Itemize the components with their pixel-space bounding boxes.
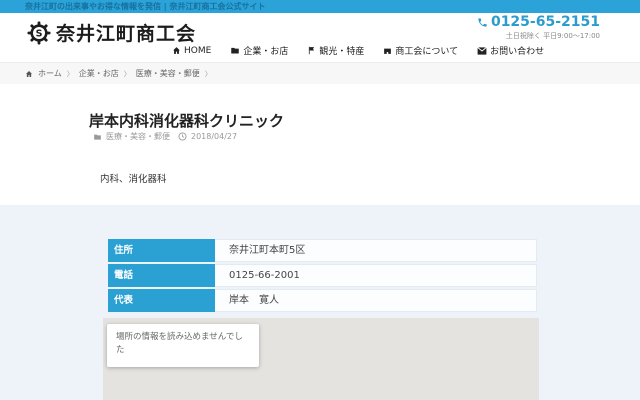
category-folder-icon	[93, 133, 102, 141]
clock-icon	[178, 132, 187, 141]
breadcrumb-category[interactable]: 医療・美容・郵便	[136, 68, 200, 79]
nav-item-home[interactable]: HOME	[172, 44, 211, 57]
nav-label: 商工会について	[395, 47, 459, 57]
article-date: 2018/04/27	[191, 132, 238, 141]
row-label: 住所	[108, 239, 215, 262]
info-table: 住所 奈井江町本町5区 電話 0125-66-2001 代表 岸本 寛人	[108, 239, 537, 314]
breadcrumb-home[interactable]: ホーム	[38, 68, 62, 79]
nav-item-tourism[interactable]: 観光・特産	[307, 44, 364, 57]
table-row-phone: 電話 0125-66-2001	[108, 264, 537, 287]
page: 奈井江町の出来事やお得な情報を発信 | 奈井江町商工会公式サイト S 奈井江町商…	[0, 0, 640, 400]
breadcrumb-home-icon	[25, 70, 33, 78]
nav-label: HOME	[184, 45, 212, 56]
topbar: 奈井江町の出来事やお得な情報を発信 | 奈井江町商工会公式サイト	[0, 0, 640, 13]
phone-icon	[477, 17, 488, 28]
site-tagline: 奈井江町の出来事やお得な情報を発信 | 奈井江町商工会公式サイト	[25, 2, 266, 11]
site-title[interactable]: 奈井江町商工会	[56, 19, 196, 46]
map-error-popup: 場所の情報を読み込めませんでした	[107, 324, 259, 368]
row-label: 代表	[108, 289, 215, 312]
row-value: 0125-66-2001	[215, 264, 537, 287]
breadcrumb-separator: 〉	[66, 69, 74, 78]
header-phone-block: 0125-65-2151 土日祝除く 平日9:00〜17:00	[477, 14, 600, 41]
flag-icon	[307, 46, 316, 55]
site-header: S 奈井江町商工会 0125-65-2151 土日祝除く 平日9:00〜17:0…	[0, 13, 640, 62]
nav-label: 企業・お店	[243, 47, 289, 57]
gear-logo-icon: S	[27, 21, 51, 45]
nav-label: 観光・特産	[319, 47, 365, 57]
phone-number-text: 0125-65-2151	[490, 14, 600, 30]
detail-section: 住所 奈井江町本町5区 電話 0125-66-2001 代表 岸本 寛人 場所の…	[0, 205, 640, 400]
article-meta: 医療・美容・郵便 2018/04/27	[93, 131, 237, 142]
table-row-address: 住所 奈井江町本町5区	[108, 239, 537, 262]
map-error-text: 場所の情報を読み込めませんでした	[116, 332, 243, 356]
map-canvas[interactable]: 場所の情報を読み込めませんでした	[103, 318, 539, 400]
building-icon	[383, 46, 392, 55]
row-value: 岸本 寛人	[215, 289, 537, 312]
row-value: 奈井江町本町5区	[215, 239, 537, 262]
breadcrumb-separator: 〉	[204, 69, 212, 78]
breadcrumb: ホーム 〉 企業・お店 〉 医療・美容・郵便 〉	[0, 62, 640, 84]
site-logo[interactable]: S 奈井江町商工会	[27, 19, 196, 46]
breadcrumb-companies[interactable]: 企業・お店	[79, 68, 119, 79]
nav-item-companies[interactable]: 企業・お店	[230, 44, 288, 57]
phone-hours: 土日祝除く 平日9:00〜17:00	[505, 32, 600, 40]
phone-number[interactable]: 0125-65-2151	[477, 14, 600, 30]
table-row-representative: 代表 岸本 寛人	[108, 289, 537, 312]
breadcrumb-separator: 〉	[123, 69, 131, 78]
page-title: 岸本内科消化器科クリニック	[89, 112, 285, 130]
row-label: 電話	[108, 264, 215, 287]
nav-label: お問い合わせ	[490, 47, 545, 57]
folder-icon	[230, 46, 240, 55]
main-nav: HOME 企業・お店 観光・特産 商工会について お問い合わせ	[172, 44, 544, 57]
svg-text:S: S	[36, 28, 43, 39]
nav-item-about[interactable]: 商工会について	[383, 44, 458, 57]
home-icon	[172, 46, 181, 55]
article-category[interactable]: 医療・美容・郵便	[106, 131, 170, 142]
mail-icon	[477, 46, 487, 55]
nav-item-contact[interactable]: お問い合わせ	[477, 44, 544, 57]
article-description: 内科、消化器科	[100, 174, 167, 185]
